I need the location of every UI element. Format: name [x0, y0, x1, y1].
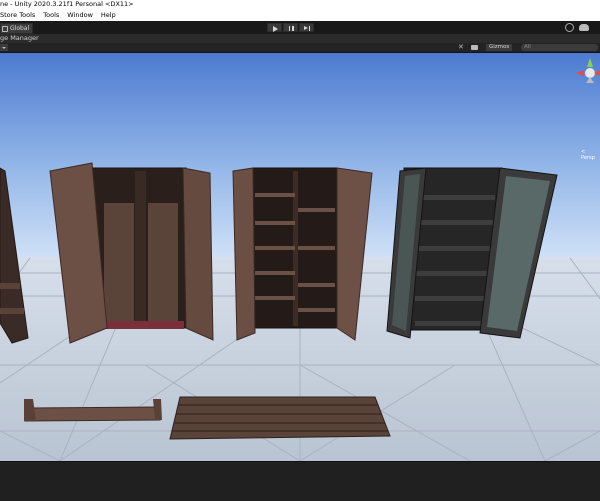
pause-button[interactable] [283, 23, 298, 32]
menu-item-help[interactable]: Help [97, 9, 120, 21]
pivot-rotation-label: Global [10, 25, 30, 32]
tab-scene[interactable]: ge Manager [0, 34, 39, 43]
draw-mode-dropdown[interactable] [0, 44, 8, 51]
menu-item-window[interactable]: Window [63, 9, 97, 21]
scene-options-bar: ✕ Gizmos All [0, 43, 600, 53]
scene-render [0, 53, 600, 461]
main-toolbar: Global [0, 21, 600, 34]
cabinet-open-shelves[interactable] [232, 167, 373, 341]
camera-icon[interactable] [471, 45, 478, 50]
pivot-rotation-toggle[interactable]: Global [0, 23, 34, 34]
gizmos-dropdown[interactable]: Gizmos [486, 44, 513, 51]
scene-tab-bar: ge Manager [0, 34, 600, 43]
title-bar: ne - Unity 2020.3.21f1 Personal <DX11> [0, 0, 600, 9]
cabinet-open-empty[interactable] [49, 162, 214, 344]
pause-icon [288, 25, 290, 31]
window-title: ne - Unity 2020.3.21f1 Personal <DX11> [0, 0, 134, 8]
cloud-icon[interactable] [579, 24, 589, 31]
scene-viewport[interactable]: < Persp [0, 53, 600, 461]
hierarchy-search-input[interactable]: All [521, 44, 598, 51]
play-icon [273, 25, 278, 32]
global-icon [2, 25, 8, 32]
play-controls [267, 23, 314, 32]
wooden-pallet[interactable] [169, 396, 391, 440]
menu-bar: Store Tools Tools Window Help [0, 9, 600, 21]
tools-icon[interactable]: ✕ [458, 44, 464, 51]
persp-label[interactable]: < Persp [581, 149, 600, 161]
menu-item-tools[interactable]: Tools [39, 9, 63, 21]
step-icon [304, 25, 308, 30]
history-icon[interactable] [565, 23, 574, 32]
play-button[interactable] [267, 23, 282, 32]
menu-item-store-tools[interactable]: Store Tools [0, 9, 39, 21]
step-button[interactable] [299, 23, 314, 32]
bottom-panel [0, 461, 600, 501]
